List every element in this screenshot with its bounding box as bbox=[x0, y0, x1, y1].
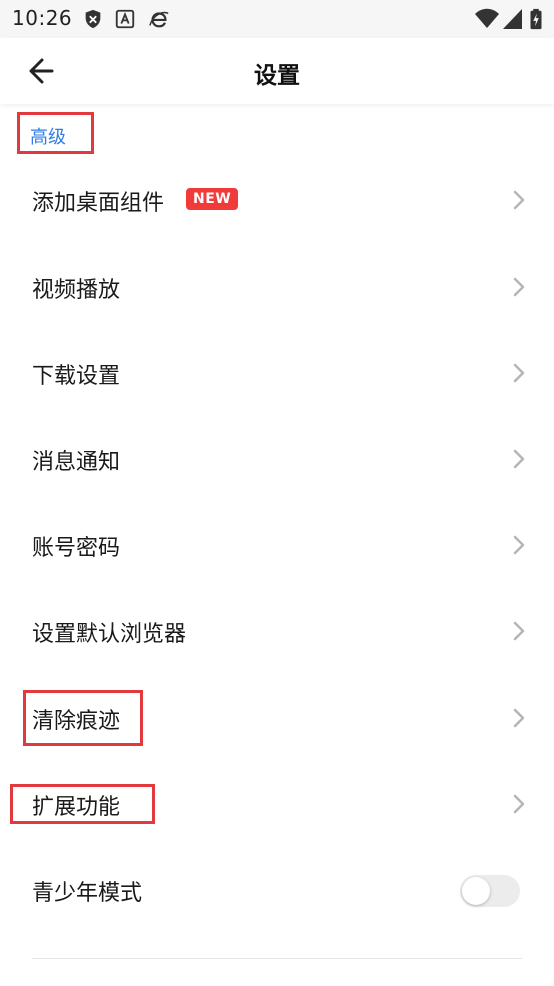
list-item-label: 青少年模式 bbox=[32, 881, 143, 906]
teen-mode-toggle[interactable] bbox=[460, 875, 520, 907]
list-item-label: 视频播放 bbox=[32, 278, 121, 303]
chevron-right-icon bbox=[513, 190, 525, 210]
list-item-clear-traces[interactable]: 清除痕迹 bbox=[0, 676, 554, 762]
list-item-label: 下载设置 bbox=[32, 364, 121, 389]
list-item-download-settings[interactable]: 下载设置 bbox=[0, 331, 554, 417]
chevron-right-icon bbox=[513, 277, 525, 297]
list-item-account-password[interactable]: 账号密码 bbox=[0, 503, 554, 589]
signal-icon bbox=[503, 9, 522, 29]
chevron-right-icon bbox=[513, 708, 525, 728]
list-item-default-browser[interactable]: 设置默认浏览器 bbox=[0, 589, 554, 675]
chevron-right-icon bbox=[513, 535, 525, 555]
page-title: 设置 bbox=[254, 63, 300, 89]
toggle-knob bbox=[462, 877, 490, 905]
new-badge: NEW bbox=[186, 188, 239, 210]
list-item-notifications[interactable]: 消息通知 bbox=[0, 417, 554, 503]
browser-e-icon bbox=[149, 11, 169, 28]
battery-charging-icon bbox=[530, 8, 542, 30]
list-item-extensions[interactable]: 扩展功能 bbox=[0, 762, 554, 848]
list-item-label: 扩展功能 bbox=[32, 795, 121, 820]
list-item-add-desktop-widget[interactable]: 添加桌面组件 NEW bbox=[0, 158, 554, 244]
status-time: 10:26 bbox=[12, 6, 73, 30]
settings-page: 10:26 设置 高级 添加桌面组件 NEW 视频播放 下载设置 消息通知 账号… bbox=[0, 0, 554, 986]
list-item-label: 添加桌面组件 bbox=[32, 191, 165, 216]
shield-icon bbox=[85, 9, 101, 29]
chevron-right-icon bbox=[513, 794, 525, 814]
divider bbox=[32, 958, 522, 959]
chevron-right-icon bbox=[513, 363, 525, 383]
wifi-icon bbox=[475, 8, 499, 28]
section-label-advanced: 高级 bbox=[30, 127, 66, 148]
header-bar: 设置 bbox=[0, 38, 554, 104]
chevron-right-icon bbox=[513, 621, 525, 641]
list-item-label: 消息通知 bbox=[32, 450, 121, 475]
status-bar: 10:26 bbox=[0, 0, 554, 38]
list-item-label: 设置默认浏览器 bbox=[32, 622, 187, 647]
font-a-icon bbox=[115, 9, 135, 29]
list-item-label: 账号密码 bbox=[32, 536, 121, 561]
list-item-teen-mode[interactable]: 青少年模式 bbox=[0, 848, 554, 934]
list-item-label: 清除痕迹 bbox=[32, 709, 121, 734]
chevron-right-icon bbox=[513, 449, 525, 469]
list-item-video-playback[interactable]: 视频播放 bbox=[0, 245, 554, 331]
